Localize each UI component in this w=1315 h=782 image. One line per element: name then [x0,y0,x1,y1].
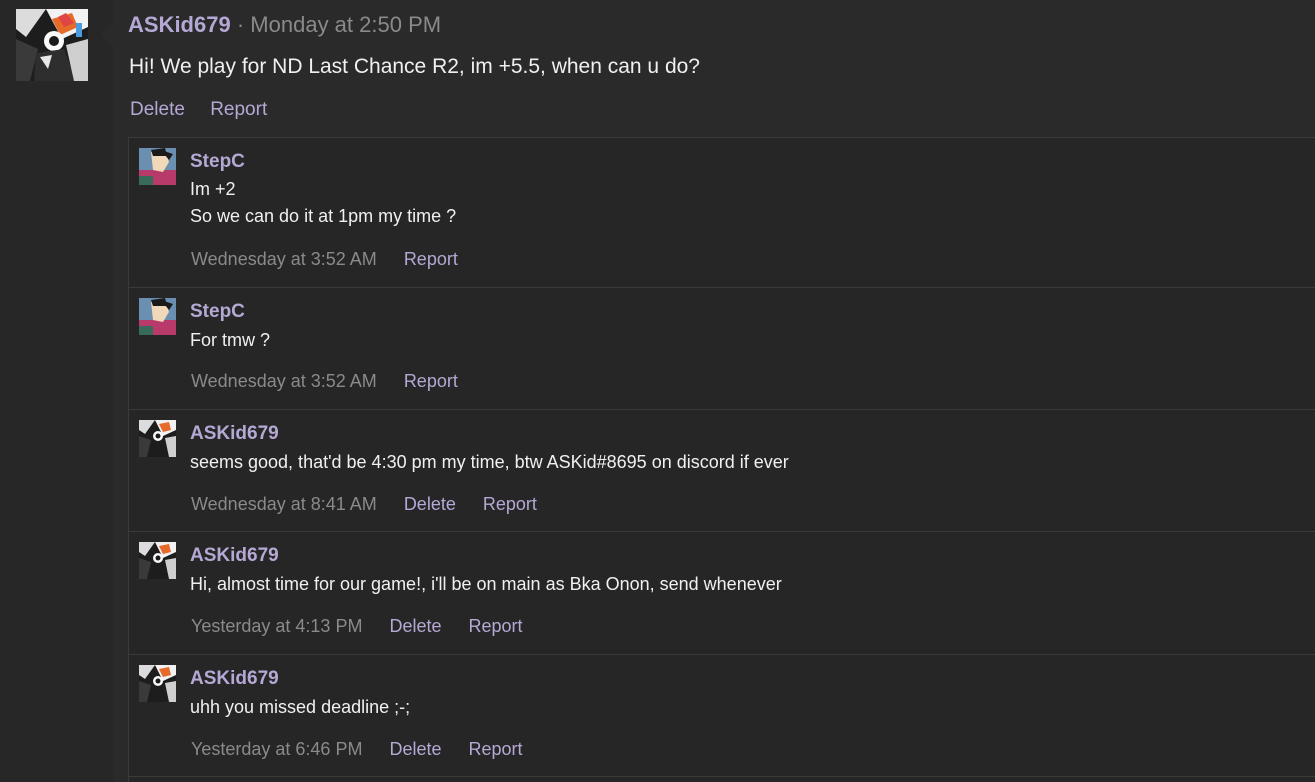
comment-username[interactable]: StepC [190,150,245,174]
comment-text-line: Hi, almost time for our game!, i'll be o… [190,574,782,594]
comment-report-link[interactable]: Report [404,371,458,391]
comment-meta: Yesterday at 6:46 PM Delete Report [191,737,545,761]
comment-text-line: So we can do it at 1pm my time ? [190,206,457,226]
comment-item: ASKid679 seems good, that'd be 4:30 pm m… [129,410,1315,532]
comment-meta: Wednesday at 3:52 AM Report [191,369,480,393]
comment-delete-link[interactable]: Delete [389,739,441,759]
post-actions: Delete Report [130,97,287,123]
comment-text-line: seems good, that'd be 4:30 pm my time, b… [190,452,789,472]
post-body: Hi! We play for ND Last Chance R2, im +5… [129,55,700,78]
stepc-avatar[interactable] [139,148,176,185]
comment-report-link[interactable]: Report [404,249,458,269]
comment-meta: Yesterday at 4:13 PM Delete Report [191,614,545,638]
comment-username[interactable]: ASKid679 [190,667,279,691]
profile-post-thread: ASKid679 · Monday at 2:50 PM Hi! We play… [0,0,1315,782]
comment-meta: Wednesday at 8:41 AM Delete Report [191,492,559,516]
left-gutter [0,0,113,782]
comment-timestamp[interactable]: Wednesday at 3:52 AM [191,249,377,269]
post-username[interactable]: ASKid679 [128,12,231,37]
comment-report-link[interactable]: Report [483,494,537,514]
comment-item: ASKid679 uhh you missed deadline ;-; Yes… [129,655,1315,777]
comment-timestamp[interactable]: Yesterday at 4:13 PM [191,616,362,636]
header-separator: · [236,12,245,37]
comment-username[interactable]: ASKid679 [190,544,279,568]
comment-timestamp[interactable]: Wednesday at 3:52 AM [191,371,377,391]
comment-delete-link[interactable]: Delete [389,616,441,636]
comment-text-line: Im +2 [190,179,236,199]
comment-report-link[interactable]: Report [469,616,523,636]
askid679-avatar-image [16,9,88,81]
comment-text-line: For tmw ? [190,330,271,350]
comment-report-link[interactable]: Report [469,739,523,759]
comment-meta: Wednesday at 3:52 AM Report [191,247,480,271]
comment-list: StepC Im +2 So we can do it at 1pm my ti… [128,137,1315,782]
comment-delete-link[interactable]: Delete [404,494,456,514]
comment-item: ASKid679 Hi, almost time for our game!, … [129,532,1315,655]
comment-username[interactable]: StepC [190,300,245,324]
comment-username[interactable]: ASKid679 [190,422,279,446]
askid679-avatar[interactable] [139,665,176,702]
post-report-link[interactable]: Report [210,99,267,120]
askid679-avatar[interactable] [139,420,176,457]
comment-item: StepC For tmw ? Wednesday at 3:52 AM Rep… [129,288,1315,410]
post-pointer-arrow [101,22,113,46]
post-timestamp[interactable]: Monday at 2:50 PM [250,12,441,37]
comment-item: StepC Im +2 So we can do it at 1pm my ti… [129,138,1315,288]
comment-timestamp[interactable]: Wednesday at 8:41 AM [191,494,377,514]
stepc-avatar[interactable] [139,298,176,335]
comment-text-line: uhh you missed deadline ;-; [190,697,411,717]
askid679-avatar[interactable] [139,542,176,579]
post-delete-link[interactable]: Delete [130,99,185,120]
askid679-avatar[interactable] [16,9,88,81]
comment-timestamp[interactable]: Yesterday at 6:46 PM [191,739,362,759]
post-header: ASKid679 · Monday at 2:50 PM [128,11,441,39]
